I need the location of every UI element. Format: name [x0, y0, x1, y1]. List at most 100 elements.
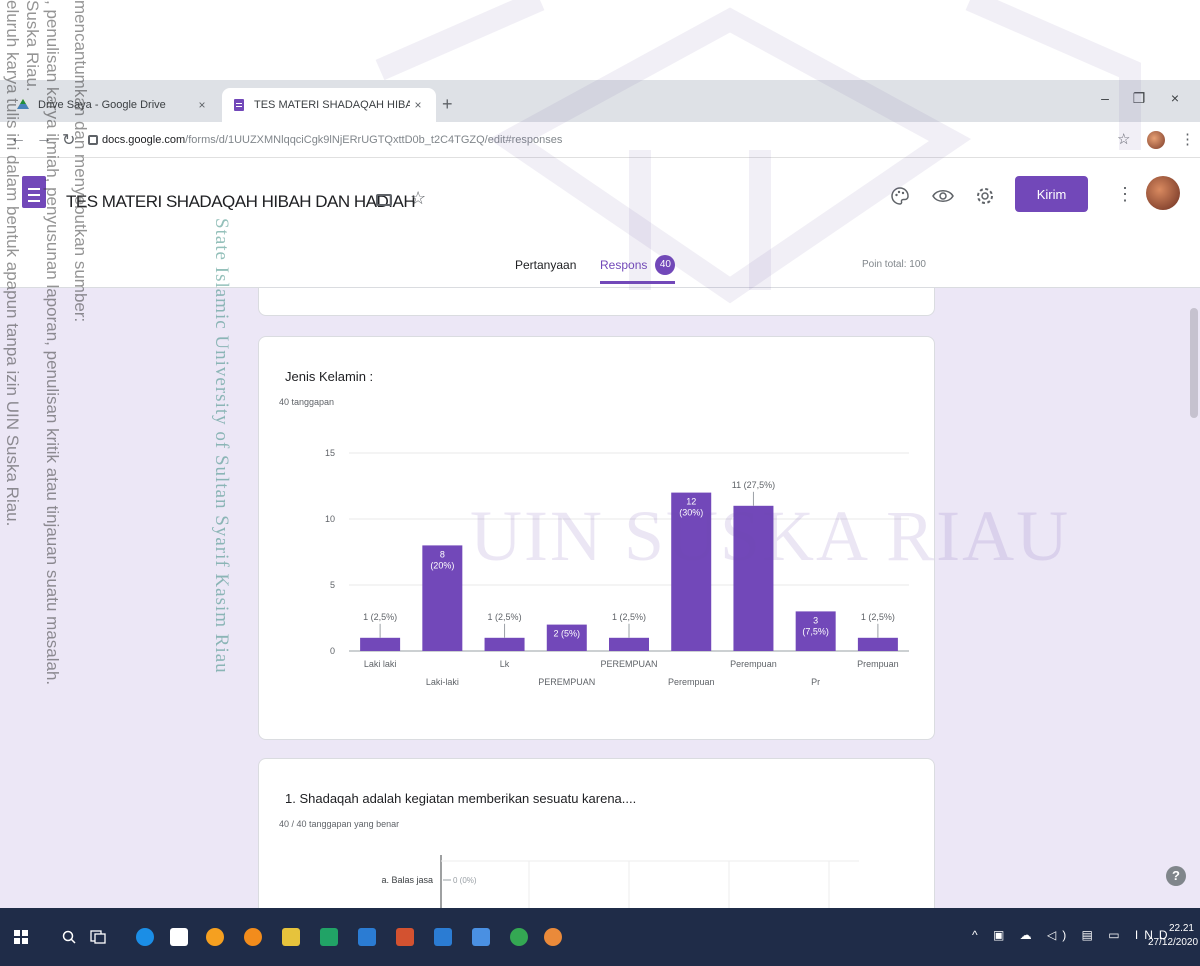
lock-icon	[88, 135, 98, 145]
task-view-icon[interactable]	[90, 930, 106, 944]
question-card-gender: Jenis Kelamin : 40 tanggapan 0 5 10 15 1 (2,…	[258, 336, 935, 740]
bar	[484, 637, 525, 651]
powerpoint-icon[interactable]	[396, 928, 414, 946]
response-count-badge: 40	[655, 255, 676, 275]
send-button[interactable]: Kirim	[1015, 176, 1088, 212]
option-label: a. Balas jasa	[381, 875, 433, 885]
palette-icon[interactable]	[890, 186, 910, 206]
data-label: 2 (5%)	[554, 629, 581, 639]
y-tick-label: 5	[330, 580, 335, 590]
file-explorer-icon[interactable]	[282, 928, 300, 946]
y-tick-label: 10	[325, 514, 335, 524]
url-host: docs.google.com	[102, 134, 186, 146]
watermark-text: Suska Riau.	[23, 0, 42, 92]
clock-date: 27/12/2020	[1148, 937, 1199, 948]
back-icon[interactable]: ←	[10, 130, 26, 148]
data-label: 1 (2,5%)	[861, 612, 895, 622]
summary-card	[258, 288, 935, 316]
avatar[interactable]	[1147, 131, 1165, 149]
form-title[interactable]: TES MATERI SHADAQAH HIBAH DAN HADIAH	[66, 192, 416, 212]
google-forms-icon	[234, 99, 244, 111]
response-count: 40 tanggapan	[279, 397, 335, 407]
data-label: (20%)	[430, 560, 454, 570]
browser-toolbar: ← → ↻ docs.google.com /forms/d/1UUZXMNlq…	[0, 122, 1200, 158]
tab-google-drive[interactable]: Drive Saya - Google Drive ×	[6, 88, 220, 122]
tab-questions[interactable]: Pertanyaan	[515, 258, 576, 272]
gear-icon[interactable]	[975, 186, 995, 206]
star-icon[interactable]: ☆	[410, 188, 426, 209]
x-tick-label: Perempuan	[668, 677, 715, 687]
tab-responses[interactable]: Respons 40	[600, 255, 676, 284]
gender-bar-chart: 0 5 10 15 1 (2,5%) Laki laki 8(20%) Laki-laki 1 …	[325, 448, 909, 687]
reload-icon[interactable]: ↻	[62, 130, 75, 150]
bookmark-star-icon[interactable]: ☆	[1117, 130, 1130, 148]
avatar[interactable]	[1146, 176, 1180, 210]
excel-icon[interactable]	[320, 928, 338, 946]
bar	[609, 637, 649, 651]
eye-icon[interactable]	[932, 186, 954, 206]
response-count: 40 / 40 tanggapan yang benar	[279, 819, 400, 829]
scrollbar[interactable]	[1190, 308, 1198, 418]
restore-button[interactable]: ❐	[1124, 90, 1154, 107]
word-icon[interactable]	[434, 928, 452, 946]
bar	[733, 505, 774, 651]
y-tick-label: 15	[325, 448, 335, 458]
question-card-1: 1. Shadaqah adalah kegiatan memberikan s…	[258, 758, 935, 908]
tab-label: TES MATERI SHADAQAH HIBAH	[254, 99, 410, 111]
chrome-icon[interactable]	[510, 928, 528, 946]
firefox-icon[interactable]	[206, 928, 224, 946]
chrome-icon[interactable]	[544, 928, 562, 946]
taskbar-clock[interactable]: 22.21 27/12/2020	[1148, 922, 1199, 950]
data-label: 1 (2,5%)	[363, 612, 397, 622]
google-drive-icon	[17, 99, 29, 109]
question-title: Jenis Kelamin :	[285, 369, 374, 384]
x-tick-label: Pr	[811, 677, 820, 687]
windows-taskbar: ^ ▣ ☁ ◁) ▤ ▭ IND 22.21 27/12/2020	[0, 908, 1200, 966]
tab-label: Drive Saya - Google Drive	[38, 99, 166, 111]
answer-bar-chart: a. Balas jasa 0 (0%)	[381, 855, 859, 908]
x-tick-label: PEREMPUAN	[600, 659, 657, 669]
x-tick-label: Laki-laki	[426, 677, 459, 687]
data-label: 12	[686, 497, 696, 507]
data-label: (30%)	[679, 508, 703, 518]
app-icon[interactable]	[472, 928, 490, 946]
x-tick-label: Prempuan	[857, 659, 899, 669]
responses-content: Jenis Kelamin : 40 tanggapan 0 5 10 15 1 (2,…	[0, 288, 1200, 908]
address-bar[interactable]: docs.google.com /forms/d/1UUZXMNlqqciCgk…	[88, 128, 1088, 152]
google-forms-logo-icon[interactable]	[22, 176, 46, 208]
x-tick-label: Laki laki	[364, 659, 397, 669]
data-label: 1 (2,5%)	[612, 612, 646, 622]
data-label: 3	[813, 615, 818, 625]
system-tray[interactable]: ^ ▣ ☁ ◁) ▤ ▭ IND	[972, 928, 1174, 942]
clock-time: 22.21	[1168, 923, 1194, 934]
close-window-button[interactable]: ×	[1160, 90, 1190, 106]
url-path: /forms/d/1UUZXMNlqqciCgk9lNjERrUGTQxttD0…	[185, 134, 563, 146]
edge-icon[interactable]	[136, 928, 154, 946]
data-label: 8	[440, 549, 445, 559]
help-icon[interactable]: ?	[1166, 866, 1186, 886]
search-icon[interactable]	[62, 930, 76, 944]
store-icon[interactable]	[170, 928, 188, 946]
bar	[857, 637, 898, 651]
x-tick-label: PEREMPUAN	[538, 677, 595, 687]
folder-icon[interactable]	[376, 194, 392, 206]
word-icon[interactable]	[358, 928, 376, 946]
new-tab-button[interactable]: +	[442, 94, 453, 115]
browser-menu-icon[interactable]: ⋮	[1180, 130, 1195, 148]
more-options-icon[interactable]: ⋮	[1116, 184, 1134, 205]
app-icon[interactable]	[244, 928, 262, 946]
x-tick-label: Perempuan	[730, 659, 777, 669]
option-value: 0 (0%)	[453, 876, 477, 885]
windows-start-icon[interactable]	[14, 930, 28, 944]
forward-icon[interactable]: →	[36, 130, 52, 148]
data-label: 1 (2,5%)	[488, 612, 522, 622]
close-tab-icon[interactable]: ×	[194, 98, 210, 112]
tab-forms[interactable]: TES MATERI SHADAQAH HIBAH ×	[222, 88, 436, 122]
x-tick-label: Lk	[500, 659, 510, 669]
question-title: 1. Shadaqah adalah kegiatan memberikan s…	[285, 791, 637, 806]
y-tick-label: 0	[330, 646, 335, 656]
bar	[360, 637, 401, 651]
close-tab-icon[interactable]: ×	[410, 98, 426, 112]
minimize-button[interactable]: –	[1090, 90, 1120, 106]
browser-tab-strip: Drive Saya - Google Drive × TES MATERI S…	[0, 80, 1200, 122]
